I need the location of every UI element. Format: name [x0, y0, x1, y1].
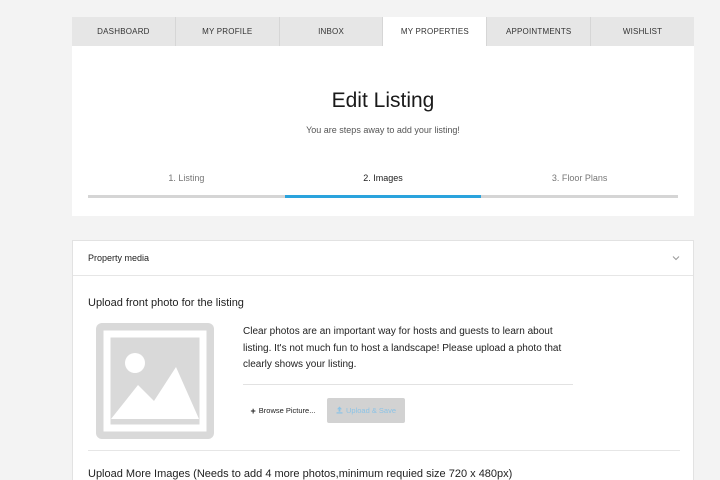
browse-label: Browse Picture...	[258, 406, 316, 415]
browse-picture-button[interactable]: + Browse Picture...	[243, 398, 323, 423]
tab-my-properties[interactable]: MY PROPERTIES	[383, 17, 488, 46]
tab-inbox[interactable]: INBOX	[279, 17, 384, 46]
tab-appointments[interactable]: APPOINTMENTS	[487, 17, 592, 46]
step-floor-plans[interactable]: 3. Floor Plans	[481, 164, 679, 198]
plus-icon: +	[250, 405, 256, 416]
upload-icon	[336, 406, 346, 416]
section-title: Property media	[88, 253, 150, 263]
page-subtitle: You are steps away to add your listing!	[306, 125, 460, 135]
step-label: 2. Images	[363, 173, 403, 183]
divider	[88, 450, 680, 451]
step-label: 1. Listing	[168, 173, 205, 183]
upload-label: Upload & Save	[345, 406, 397, 415]
step-images[interactable]: 2. Images	[284, 164, 482, 198]
tab-my-profile[interactable]: MY PROFILE	[175, 17, 280, 46]
tab-wishlist[interactable]: WISHLIST	[591, 17, 694, 46]
step-bar-active	[284, 195, 482, 198]
step-progress: 1. Listing 2. Images 3. Floor Plans	[88, 164, 679, 198]
property-media-header[interactable]: Property media	[73, 241, 693, 276]
step-bar	[481, 195, 679, 198]
edit-listing-header: Edit Listing You are steps away to add y…	[72, 46, 694, 216]
more-images-label: Upload More Images (Needs to add 4 more …	[88, 468, 513, 480]
chevron-down-icon[interactable]	[672, 254, 680, 262]
step-bar	[88, 195, 285, 198]
property-media-panel: Property media Upload front photo for th…	[72, 240, 694, 480]
upload-save-button[interactable]: Upload & Save	[327, 398, 405, 423]
photo-description: Clear photos are an important way for ho…	[243, 326, 562, 370]
divider	[243, 384, 573, 385]
tab-dashboard[interactable]: DASHBOARD	[72, 17, 176, 46]
image-placeholder-icon[interactable]	[96, 323, 214, 439]
step-listing[interactable]: 1. Listing	[88, 164, 285, 198]
main-nav-tabs: DASHBOARD MY PROFILE INBOX MY PROPERTIES…	[72, 17, 694, 46]
step-label: 3. Floor Plans	[551, 173, 608, 183]
front-photo-label: Upload front photo for the listing	[88, 297, 244, 309]
page-title: Edit Listing	[331, 89, 435, 112]
